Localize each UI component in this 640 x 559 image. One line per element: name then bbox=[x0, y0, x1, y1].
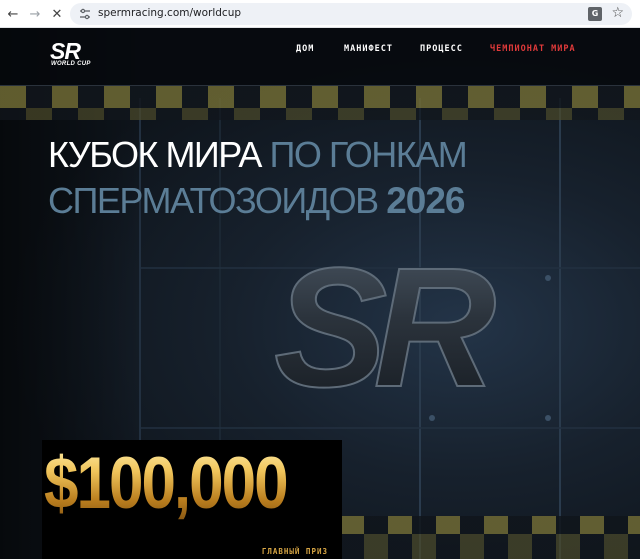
nav-link-manifesto[interactable]: МАНИФЕСТ bbox=[344, 44, 393, 54]
nav-link-world-cup[interactable]: ЧЕМПИОНАТ МИРА bbox=[490, 44, 576, 54]
close-icon[interactable]: ✕ bbox=[48, 5, 66, 23]
headline-blue-part: ПО ГОНКАМ bbox=[269, 134, 467, 175]
nav-link-process[interactable]: ПРОЦЕСС bbox=[420, 44, 463, 54]
checkered-stripe-top bbox=[0, 86, 640, 108]
sr-world-cup-logo[interactable]: SR WORLD CUP bbox=[50, 38, 100, 70]
address-bar[interactable]: spermracing.com/worldcup G ☆ bbox=[70, 3, 632, 25]
star-icon[interactable]: ☆ bbox=[611, 5, 624, 21]
prize-banner: $100,000 ГЛАВНЫЙ ПРИЗ bbox=[42, 440, 342, 559]
headline-line2: СПЕРМАТОЗОИДОВ bbox=[48, 180, 379, 221]
browser-toolbar: ← → ✕ spermracing.com/worldcup G ☆ bbox=[0, 0, 640, 28]
prize-amount: $100,000 bbox=[44, 443, 289, 525]
url-text[interactable]: spermracing.com/worldcup bbox=[98, 7, 241, 19]
checkered-stripe-bottom-2 bbox=[340, 534, 640, 559]
site-navbar: SR WORLD CUP ДОМ МАНИФЕСТ ПРОЦЕСС ЧЕМПИО… bbox=[0, 28, 640, 86]
checkered-stripe-bottom bbox=[340, 516, 640, 534]
forward-arrow-icon[interactable]: → bbox=[26, 5, 44, 23]
site-info-icon[interactable] bbox=[78, 7, 92, 21]
emblem-letters: SR bbox=[274, 246, 495, 406]
headline-year: 2026 bbox=[386, 180, 465, 221]
prize-label: ГЛАВНЫЙ ПРИЗ bbox=[261, 547, 328, 556]
checkered-stripe-top-2 bbox=[0, 108, 640, 120]
translate-icon[interactable]: G bbox=[588, 7, 602, 21]
back-arrow-icon[interactable]: ← bbox=[4, 5, 22, 23]
headline-white-part: КУБОК МИРА bbox=[48, 134, 262, 175]
sr-emblem: SR bbox=[273, 246, 510, 406]
hero-section: SR WORLD CUP ДОМ МАНИФЕСТ ПРОЦЕСС ЧЕМПИО… bbox=[0, 28, 640, 559]
hero-headline: КУБОК МИРА ПО ГОНКАМ СПЕРМАТОЗОИДОВ 2026 bbox=[48, 132, 468, 224]
nav-link-home[interactable]: ДОМ bbox=[296, 44, 314, 54]
logo-subtitle: WORLD CUP bbox=[51, 61, 91, 67]
